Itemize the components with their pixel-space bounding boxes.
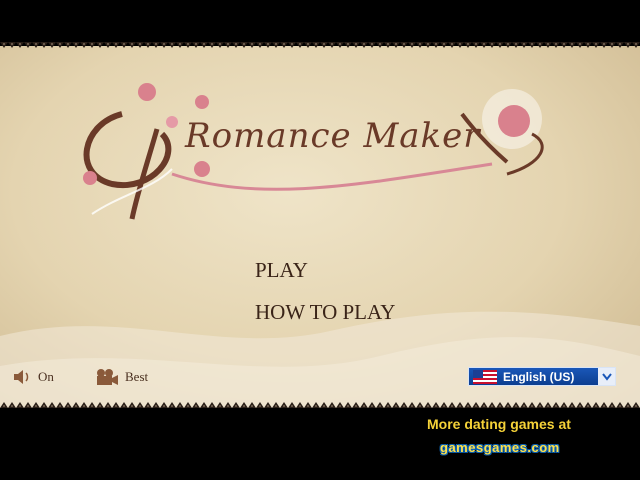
lace-border-top — [0, 42, 640, 50]
lace-border-bottom — [0, 400, 640, 408]
game-stage: Romance Maker PLAY HOW TO PLAY On Best E… — [0, 46, 640, 408]
top-black-bar — [0, 0, 640, 46]
sound-label: On — [38, 369, 54, 384]
quality-toggle[interactable]: Best — [95, 368, 148, 386]
sound-toggle[interactable]: On — [12, 368, 54, 386]
footer-bar: More dating games at gamesgames.com — [0, 408, 640, 480]
gamesgames-logo[interactable]: gamesgames.com — [440, 440, 560, 455]
speaker-icon — [14, 370, 29, 384]
quality-label: Best — [125, 369, 149, 384]
how-to-play-button[interactable]: HOW TO PLAY — [255, 300, 395, 325]
more-games-link[interactable]: More dating games at — [427, 416, 571, 432]
camera-icon — [97, 369, 118, 385]
us-flag-icon — [473, 369, 497, 384]
chevron-down-icon[interactable] — [598, 368, 615, 385]
language-select[interactable]: English (US) — [468, 367, 616, 386]
play-button[interactable]: PLAY — [255, 258, 308, 283]
language-label: English (US) — [503, 369, 575, 384]
logo-title: Romance Maker — [185, 116, 481, 156]
